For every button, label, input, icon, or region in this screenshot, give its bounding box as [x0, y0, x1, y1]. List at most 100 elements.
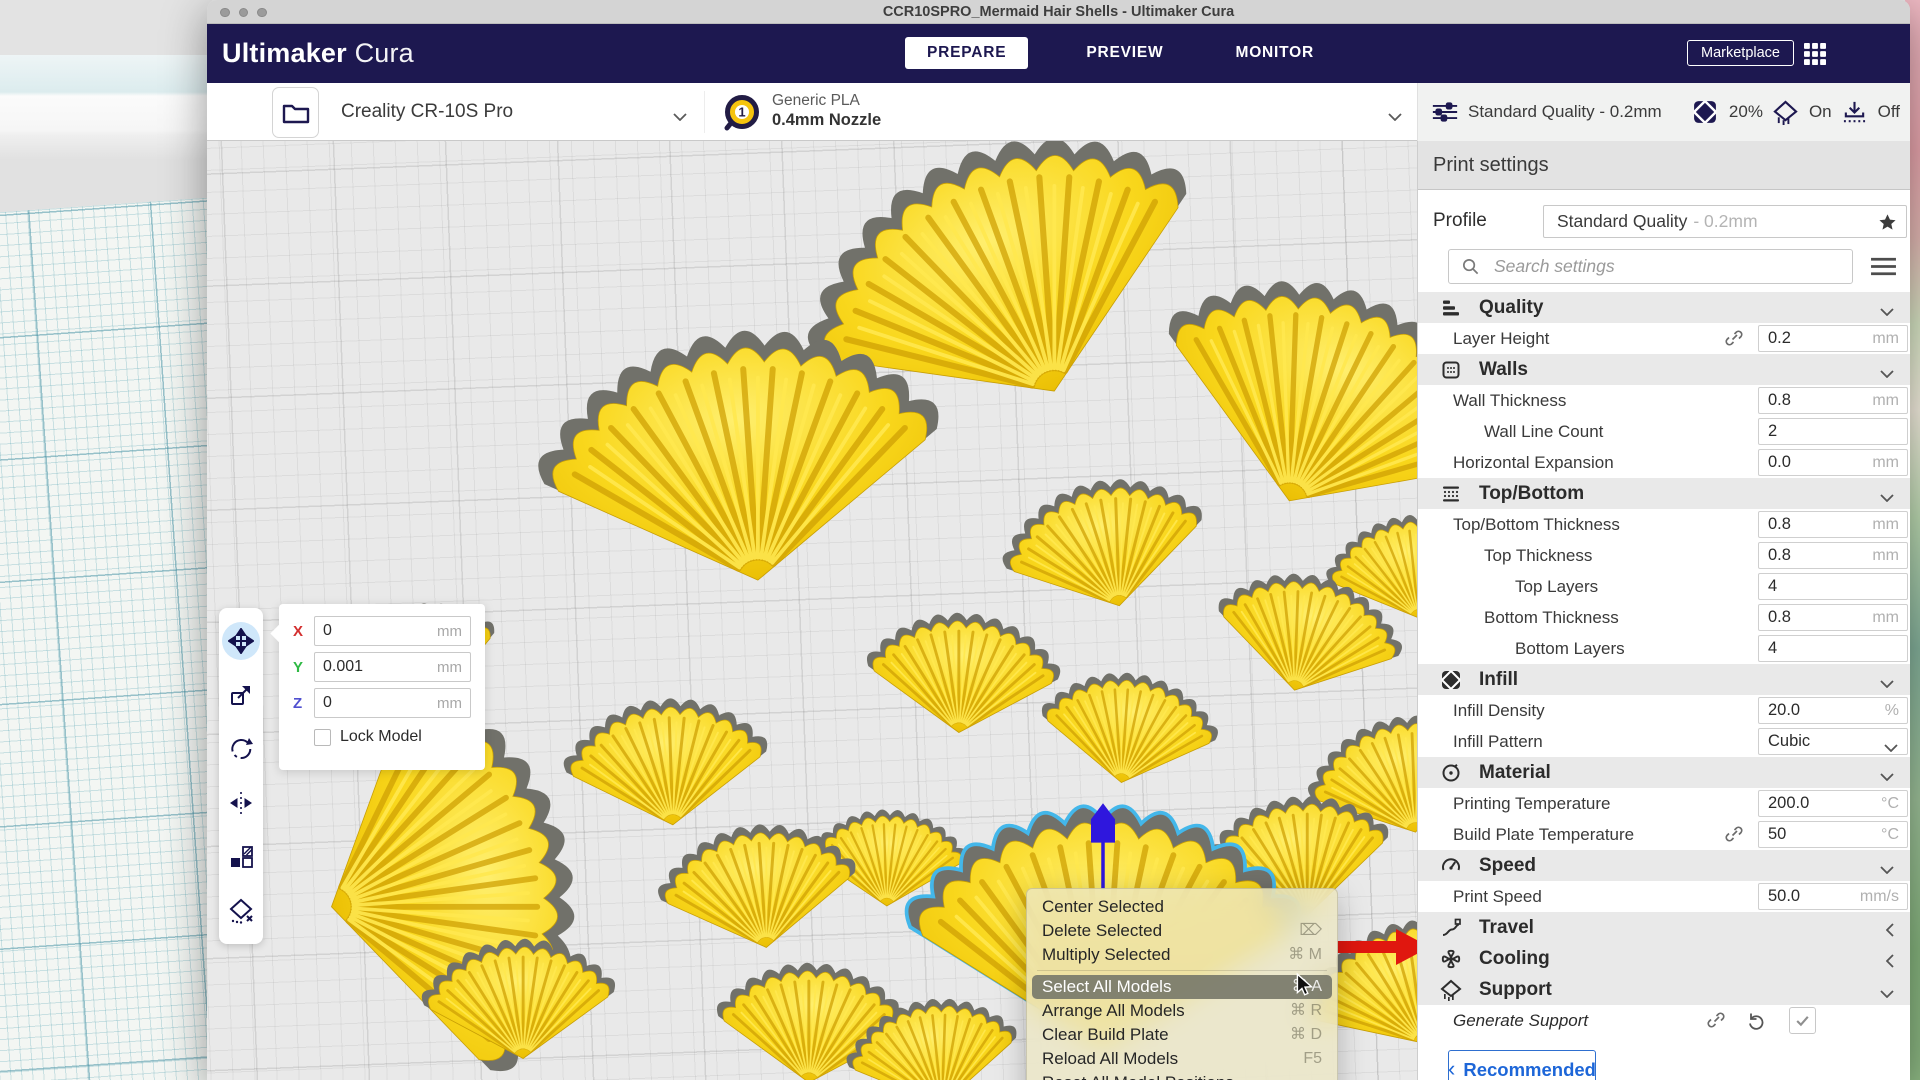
top-thickness-input[interactable]: 0.8mm	[1758, 542, 1908, 569]
infill-density-input[interactable]: 20.0%	[1758, 697, 1908, 724]
generate-support-checkbox[interactable]	[1789, 1007, 1816, 1034]
search-icon	[1461, 257, 1480, 276]
menu-item-arrange-all-models[interactable]: Arrange All Models⌘ R	[1032, 999, 1332, 1023]
apps-grid-icon[interactable]	[1804, 43, 1826, 65]
profile-row: Profile Standard Quality - 0.2mm	[1418, 203, 1910, 241]
section-cooling[interactable]: Cooling	[1418, 943, 1910, 974]
menu-shortcut: ⌘ R	[1290, 999, 1322, 1023]
setting-label: Printing Temperature	[1418, 794, 1611, 814]
menu-item-multiply-selected[interactable]: Multiply Selected⌘ M	[1032, 943, 1332, 967]
extruder-number: 1	[738, 105, 745, 120]
chevron-down-icon	[1880, 985, 1894, 1003]
titlebar: CCR10SPRO_Mermaid Hair Shells - Ultimake…	[207, 0, 1910, 24]
section-support[interactable]: Support	[1418, 974, 1910, 1005]
setting-unit: mm	[1872, 516, 1899, 534]
recommended-button[interactable]: ‹ Recommended	[1448, 1050, 1596, 1080]
build-plate-temperature-input[interactable]: 50°C	[1758, 821, 1908, 848]
tab-monitor[interactable]: MONITOR	[1221, 37, 1328, 69]
tab-preview[interactable]: PREVIEW	[1072, 37, 1177, 69]
star-icon[interactable]	[1878, 213, 1897, 232]
wall-thickness-input[interactable]: 0.8mm	[1758, 387, 1908, 414]
bottom-thickness-input[interactable]: 0.8mm	[1758, 604, 1908, 631]
wall-line-count-input[interactable]: 2	[1758, 418, 1908, 445]
per-model-settings-button[interactable]	[222, 838, 260, 876]
menu-item-clear-build-plate[interactable]: Clear Build Plate⌘ D	[1032, 1023, 1332, 1047]
section-walls[interactable]: Walls	[1418, 354, 1910, 385]
lock-model-checkbox[interactable]	[314, 729, 331, 746]
section-quality[interactable]: Quality	[1418, 292, 1910, 323]
menu-item-reload-all-models[interactable]: Reload All ModelsF5	[1032, 1047, 1332, 1071]
menu-item-center-selected[interactable]: Center Selected	[1032, 895, 1332, 919]
model-shell[interactable]	[558, 689, 775, 836]
section-top-bottom[interactable]: Top/Bottom	[1418, 478, 1910, 509]
menu-shortcut: ⌘ M	[1288, 943, 1322, 967]
search-box[interactable]	[1448, 249, 1853, 284]
rotate-tool-button[interactable]	[222, 730, 260, 768]
setting-label: Infill Density	[1418, 701, 1545, 721]
menu-shortcut: ⌘ D	[1290, 1023, 1322, 1047]
printing-temperature-input[interactable]: 200.0°C	[1758, 790, 1908, 817]
y-position-input[interactable]: 0.001 mm	[314, 652, 471, 682]
marketplace-button[interactable]: Marketplace	[1687, 40, 1794, 66]
menu-item-delete-selected[interactable]: Delete Selected⌦	[1032, 919, 1332, 943]
top-bottom-thickness-input[interactable]: 0.8mm	[1758, 511, 1908, 538]
model-shell[interactable]	[990, 459, 1219, 631]
horizontal-expansion-input[interactable]: 0.0mm	[1758, 449, 1908, 476]
setting-wall-line-count: Wall Line Count2	[1418, 416, 1910, 447]
menu-item-reset-all-model-positions[interactable]: Reset All Model Positions	[1032, 1071, 1332, 1080]
section-infill[interactable]: Infill	[1418, 664, 1910, 695]
search-input[interactable]	[1492, 255, 1822, 278]
chevron-down-icon	[673, 108, 687, 126]
setting-unit: mm	[1872, 392, 1899, 410]
infill-pattern-input[interactable]: Cubic	[1758, 728, 1908, 755]
support-blocker-button[interactable]	[222, 892, 260, 930]
summary-profile: Standard Quality - 0.2mm	[1468, 102, 1662, 122]
travel-icon	[1440, 917, 1462, 939]
tab-prepare[interactable]: PREPARE	[905, 37, 1028, 69]
print-setup-summary[interactable]: Standard Quality - 0.2mm 20% On Off	[1417, 83, 1910, 141]
support-icon	[1773, 99, 1799, 125]
mirror-tool-button[interactable]	[222, 784, 260, 822]
setting-unit: %	[1885, 702, 1899, 720]
open-file-button[interactable]	[272, 87, 319, 138]
section-label: Material	[1479, 762, 1551, 784]
section-material[interactable]: Material	[1418, 757, 1910, 788]
model-shell[interactable]	[1033, 662, 1224, 795]
layer-height-input[interactable]: 0.2mm	[1758, 325, 1908, 352]
y-axis-label: Y	[293, 659, 306, 676]
top-layers-input[interactable]: 4	[1758, 573, 1908, 600]
x-position-input[interactable]: 0 mm	[314, 616, 471, 646]
chevron-down-icon	[1880, 675, 1894, 693]
section-travel[interactable]: Travel	[1418, 912, 1910, 943]
z-position-input[interactable]: 0 mm	[314, 688, 471, 718]
setting-label: Top Layers	[1418, 577, 1598, 597]
background-window	[0, 0, 212, 1080]
model-shell[interactable]	[862, 607, 1064, 740]
settings-menu-icon[interactable]	[1870, 256, 1897, 277]
speed-icon	[1440, 855, 1462, 877]
summary-support: On	[1809, 102, 1832, 122]
quality-icon	[1440, 297, 1462, 319]
revert-icon[interactable]	[1746, 1010, 1766, 1030]
move-tool-button[interactable]	[222, 622, 260, 660]
x-axis-label: X	[293, 623, 306, 640]
setting-top-bottom-thickness: Top/Bottom Thickness0.8mm	[1418, 509, 1910, 540]
print-settings-panel: Print settings Profile Standard Quality …	[1417, 141, 1910, 1080]
scale-tool-button[interactable]	[222, 676, 260, 714]
setting-top-thickness: Top Thickness0.8mm	[1418, 540, 1910, 571]
print-speed-input[interactable]: 50.0mm/s	[1758, 883, 1908, 910]
summary-infill: 20%	[1729, 102, 1763, 122]
bottom-layers-input[interactable]: 4	[1758, 635, 1908, 662]
profile-dropdown[interactable]: Standard Quality - 0.2mm	[1543, 205, 1907, 238]
setting-unit: mm	[1872, 547, 1899, 565]
setting-unit: mm	[1872, 609, 1899, 627]
menu-item-select-all-models[interactable]: Select All Models⌘ A	[1032, 975, 1332, 999]
extruder-icon: 1	[722, 92, 762, 132]
section-speed[interactable]: Speed	[1418, 850, 1910, 881]
menu-separator	[1037, 970, 1327, 971]
profile-label: Profile	[1433, 210, 1487, 232]
z-axis-label: Z	[293, 695, 306, 712]
adhesion-icon	[1842, 99, 1868, 125]
printer-selector[interactable]: Creality CR-10S Pro	[329, 83, 697, 141]
material-selector[interactable]: 1 Generic PLA 0.4mm Nozzle	[712, 83, 1412, 141]
